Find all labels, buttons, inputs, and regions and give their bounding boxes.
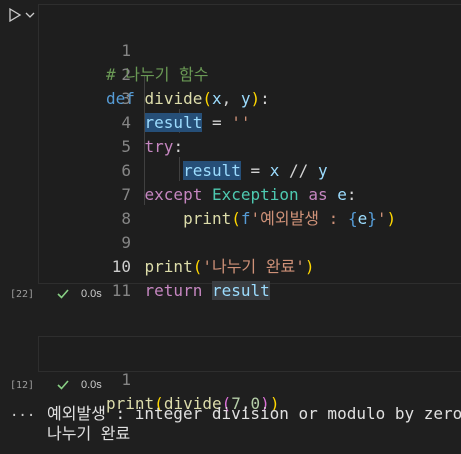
code-cell-1[interactable]: 1 # 나누기 함수 2 def divide(x, y): 3 result … [38,4,461,300]
check-icon [57,380,69,390]
code-line: 3 result = '' [121,89,251,132]
code-line: 6 except Exception as e: [121,161,357,204]
output-line: 나누기 완료 [47,424,131,443]
output-line: 예외발생 : integer division or modulo by zer… [47,404,461,423]
execution-count: [22] [10,289,35,300]
duration: 0.0s [81,288,102,300]
code-line: 4 try: [121,113,184,156]
code-line: 5 result = x // y [121,137,328,180]
duration: 0.0s [81,379,102,391]
code-line: 7 print(f'예외발생 : {e}') [121,185,397,228]
code-line: 1 print(divide(7,0)) [106,370,280,413]
run-icon[interactable] [8,8,22,22]
code-line: 9 print('나누기 완료') [121,233,315,276]
execution-count: [12] [10,380,35,391]
output-menu-icon[interactable]: ... [10,404,35,420]
chevron-down-icon[interactable] [25,10,35,20]
check-icon [57,289,69,299]
code-line-active: 10 return result [111,257,270,300]
code-line: 11 [111,281,131,300]
code-cell-2[interactable]: 1 print(divide(7,0)) [38,336,461,413]
code-line: 8 [121,209,131,228]
code-line: 1 # 나누기 함수 [106,41,209,84]
code-line: 2 def divide(x, y): [106,65,270,108]
